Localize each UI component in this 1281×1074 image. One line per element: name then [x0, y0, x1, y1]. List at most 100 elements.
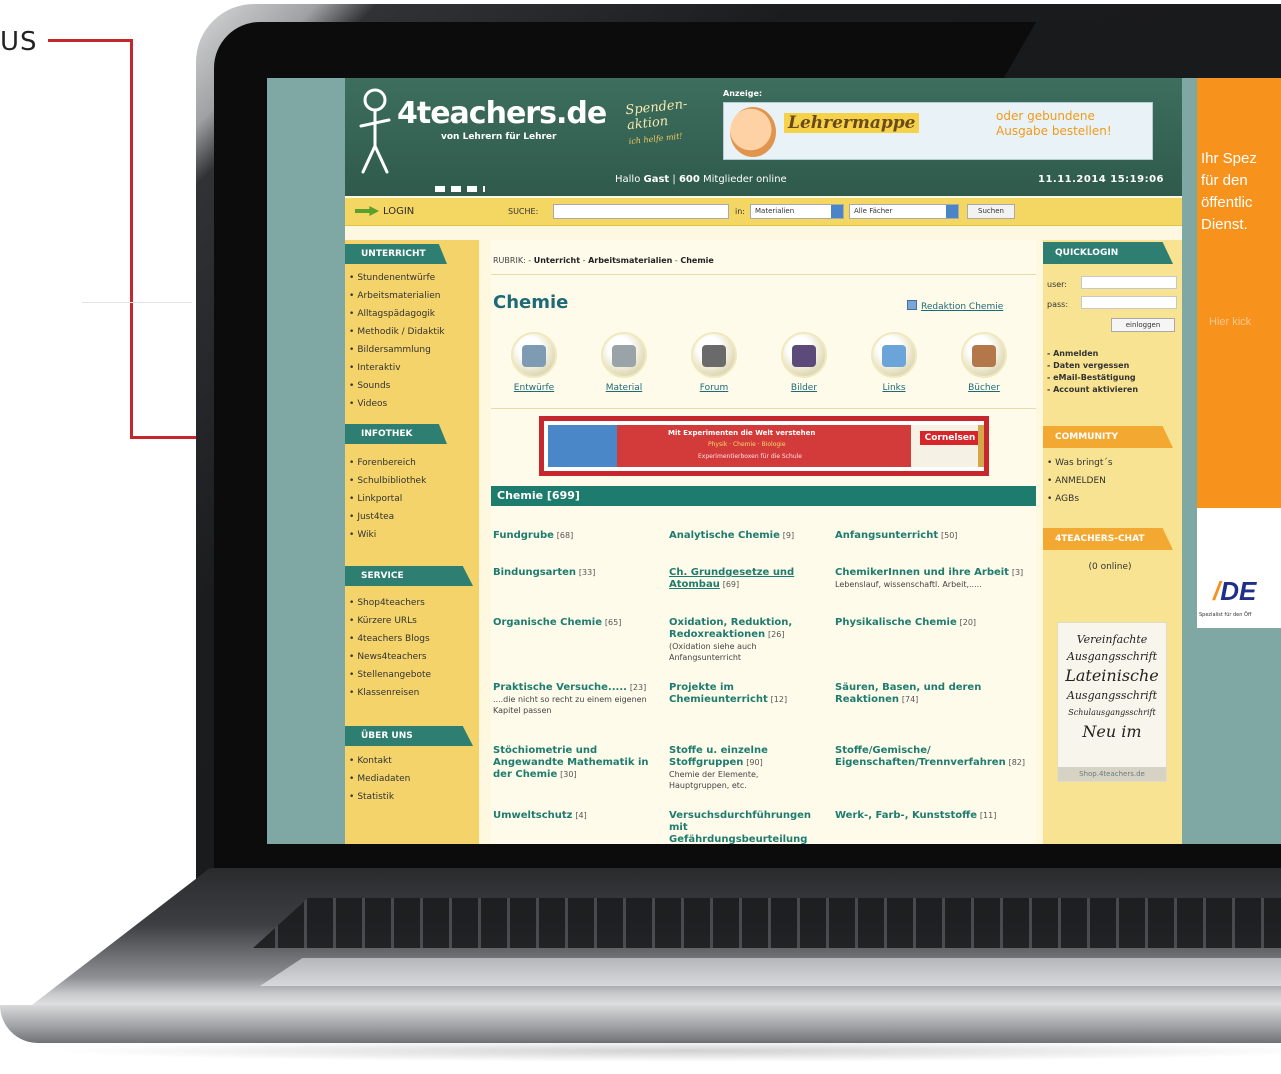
nav-item[interactable]: Interaktiv — [349, 359, 445, 377]
nav-item[interactable]: Methodik / Didaktik — [349, 323, 444, 341]
category-label: Forum — [699, 383, 729, 393]
edit-icon — [907, 300, 917, 310]
nav-item[interactable]: Klassenreisen — [349, 684, 431, 702]
side-ad-button[interactable]: Hier kick — [1209, 316, 1251, 328]
topic-item[interactable]: Versuchsdurchführungen mit Gefährdungsbe… — [669, 810, 829, 844]
nav-item[interactable]: Wiki — [349, 526, 426, 544]
topic-item[interactable]: Stoffe u. einzelne Stoffgruppen [90] Chem… — [669, 745, 809, 791]
topic-description: Lebenslauf, wissenschaftl. Arbeit,..... — [835, 580, 982, 589]
topic-count: [90] — [746, 758, 763, 767]
shop-ad[interactable]: Vereinfachte Ausgangsschrift Lateinische… — [1057, 622, 1167, 782]
shop-ad-line: Ausgangsschrift — [1066, 689, 1158, 702]
topic-count: [3] — [1011, 568, 1024, 577]
password-input[interactable] — [1081, 296, 1177, 309]
bezel-reflection — [1003, 22, 1281, 78]
search-label: SUCHE: — [508, 207, 539, 216]
nav-item[interactable]: Stellenangebote — [349, 666, 431, 684]
topic-item[interactable]: Bindungsarten [33] — [493, 567, 663, 579]
nav-ueber-uns: Kontakt Mediadaten Statistik — [349, 752, 410, 806]
nav-item[interactable]: Mediadaten — [349, 770, 410, 788]
nav-item[interactable]: Just4tea — [349, 508, 426, 526]
topic-item[interactable]: Säuren, Basen, und deren Reaktionen [74] — [835, 682, 1015, 706]
breadcrumb-arbeitsmaterialien[interactable]: Arbeitsmaterialien — [588, 256, 672, 265]
topic-item[interactable]: Anfangsunterricht [50] — [835, 530, 1035, 542]
topic-count: [11] — [979, 811, 997, 820]
community-link[interactable]: AGBs — [1047, 490, 1113, 508]
category-bilder[interactable]: Bilder — [769, 332, 839, 393]
topic-title: Bindungsarten — [493, 567, 577, 578]
nav-item[interactable]: Videos — [349, 395, 445, 413]
subject-select[interactable]: Alle Fächer — [849, 204, 959, 219]
topic-item[interactable]: Projekte im Chemieunterricht [12] — [669, 682, 819, 706]
topic-count: [9] — [782, 531, 795, 540]
topic-item[interactable]: ChemikerInnen und ihre Arbeit [3] Lebensl… — [835, 567, 1031, 590]
community-link[interactable]: ANMELDEN — [1047, 472, 1113, 490]
topic-count: [50] — [940, 531, 958, 540]
account-link[interactable]: eMail-Bestätigung — [1047, 372, 1138, 384]
nav-item[interactable]: Shop4teachers — [349, 594, 431, 612]
topic-item[interactable]: Physikalische Chemie [20] — [835, 617, 1031, 629]
stick-figure-icon — [359, 88, 391, 174]
nav-item[interactable]: Kontakt — [349, 752, 410, 770]
topic-item[interactable]: Stoffe/Gemische/ Eigenschaften/Trennverf… — [835, 745, 1035, 769]
header-ad-banner[interactable]: Lehrermappe oder gebundene Ausgabe beste… — [723, 102, 1153, 160]
topic-title: Praktische Versuche..... — [493, 682, 627, 693]
redaktion-link[interactable]: Redaktion Chemie — [921, 302, 1003, 312]
search-input[interactable] — [553, 204, 729, 219]
nav-item[interactable]: Arbeitsmaterialien — [349, 287, 445, 305]
area-select[interactable]: Materialien — [750, 204, 844, 219]
category-links[interactable]: Links — [859, 332, 929, 393]
nav-item[interactable]: News4teachers — [349, 648, 431, 666]
topic-count: [33] — [578, 568, 596, 577]
nav-item[interactable]: Sounds — [349, 377, 445, 395]
ad-banner-body: Mit Experimenten die Welt verstehen Phys… — [548, 425, 984, 467]
account-link[interactable]: Anmelden — [1047, 348, 1138, 360]
nav-item[interactable]: Forenbereich — [349, 454, 426, 472]
category-entwuerfe[interactable]: Entwürfe — [499, 332, 569, 393]
nav-item[interactable]: Kürzere URLs — [349, 612, 431, 630]
banner-cta: oder gebundene Ausgabe bestellen! — [996, 109, 1112, 139]
section-community: COMMUNITY — [1043, 426, 1173, 448]
login-link[interactable]: LOGIN — [355, 206, 414, 217]
site-logo[interactable]: 4teachers.de — [397, 96, 607, 131]
nav-item[interactable]: Bildersammlung — [349, 341, 445, 359]
highlighted-ad-banner[interactable]: Mit Experimenten die Welt verstehen Phys… — [539, 416, 989, 476]
nav-item[interactable]: Stundenentwürfe — [349, 269, 445, 287]
topic-item[interactable]: Organische Chemie [65] — [493, 617, 663, 629]
topic-item[interactable]: Praktische Versuche..... [23] ....die nic… — [493, 682, 653, 716]
topic-item[interactable]: Ch. Grundgesetze und Atombau [69] — [669, 567, 811, 591]
left-sidebar: UNTERRICHT Stundenentwürfe Arbeitsmateri… — [345, 240, 479, 844]
draft-icon-glyph — [522, 345, 546, 367]
community-link[interactable]: Was bringt´s — [1047, 454, 1112, 472]
ad-line-3: Experimentierboxen für die Schule — [698, 453, 802, 460]
nav-item[interactable]: Linkportal — [349, 490, 426, 508]
category-forum[interactable]: Forum — [679, 332, 749, 393]
breadcrumb: RUBRIK: - Unterricht - Arbeitsmaterialie… — [493, 256, 714, 265]
nav-item[interactable]: 4teachers Blogs — [349, 630, 431, 648]
account-link[interactable]: Account aktivieren — [1047, 384, 1138, 396]
chevron-down-icon — [831, 205, 843, 218]
account-link[interactable]: Daten vergessen — [1047, 360, 1138, 372]
topic-item[interactable]: Fundgrube [68] — [493, 530, 663, 542]
nav-item[interactable]: Schulbibliothek — [349, 472, 426, 490]
side-ad-line: Dienst. — [1201, 216, 1248, 233]
topic-item[interactable]: Stöchiometrie und Angewandte Mathematik … — [493, 745, 663, 781]
username-input[interactable] — [1081, 276, 1177, 289]
side-ad-logo: /DE — [1213, 576, 1256, 607]
topic-item[interactable]: Umweltschutz [4] — [493, 810, 663, 822]
search-button[interactable]: Suchen — [967, 204, 1015, 219]
breadcrumb-unterricht[interactable]: Unterricht — [534, 256, 580, 265]
category-buecher[interactable]: Bücher — [949, 332, 1019, 393]
nav-item[interactable]: Alltagspädagogik — [349, 305, 445, 323]
nav-item[interactable]: Statistik — [349, 788, 410, 806]
topic-item[interactable]: Analytische Chemie [9] — [669, 530, 829, 542]
material-icon — [601, 332, 647, 378]
topic-item[interactable]: Oxidation, Reduktion, Redoxreaktionen [2… — [669, 617, 809, 663]
topic-item[interactable]: Werk-, Farb-, Kunststoffe [11] — [835, 810, 1035, 822]
site-header: 4teachers.de von Lehrern für Lehrer Spen… — [345, 78, 1182, 196]
side-ad[interactable]: Ihr Spez für den öffentlic Dienst. Hier … — [1197, 78, 1281, 508]
category-material[interactable]: Material — [589, 332, 659, 393]
donation-badge[interactable]: Spenden- aktion ich helfe mit! — [625, 97, 692, 149]
login-button[interactable]: einloggen — [1111, 318, 1175, 332]
topic-count: [82] — [1008, 758, 1026, 767]
